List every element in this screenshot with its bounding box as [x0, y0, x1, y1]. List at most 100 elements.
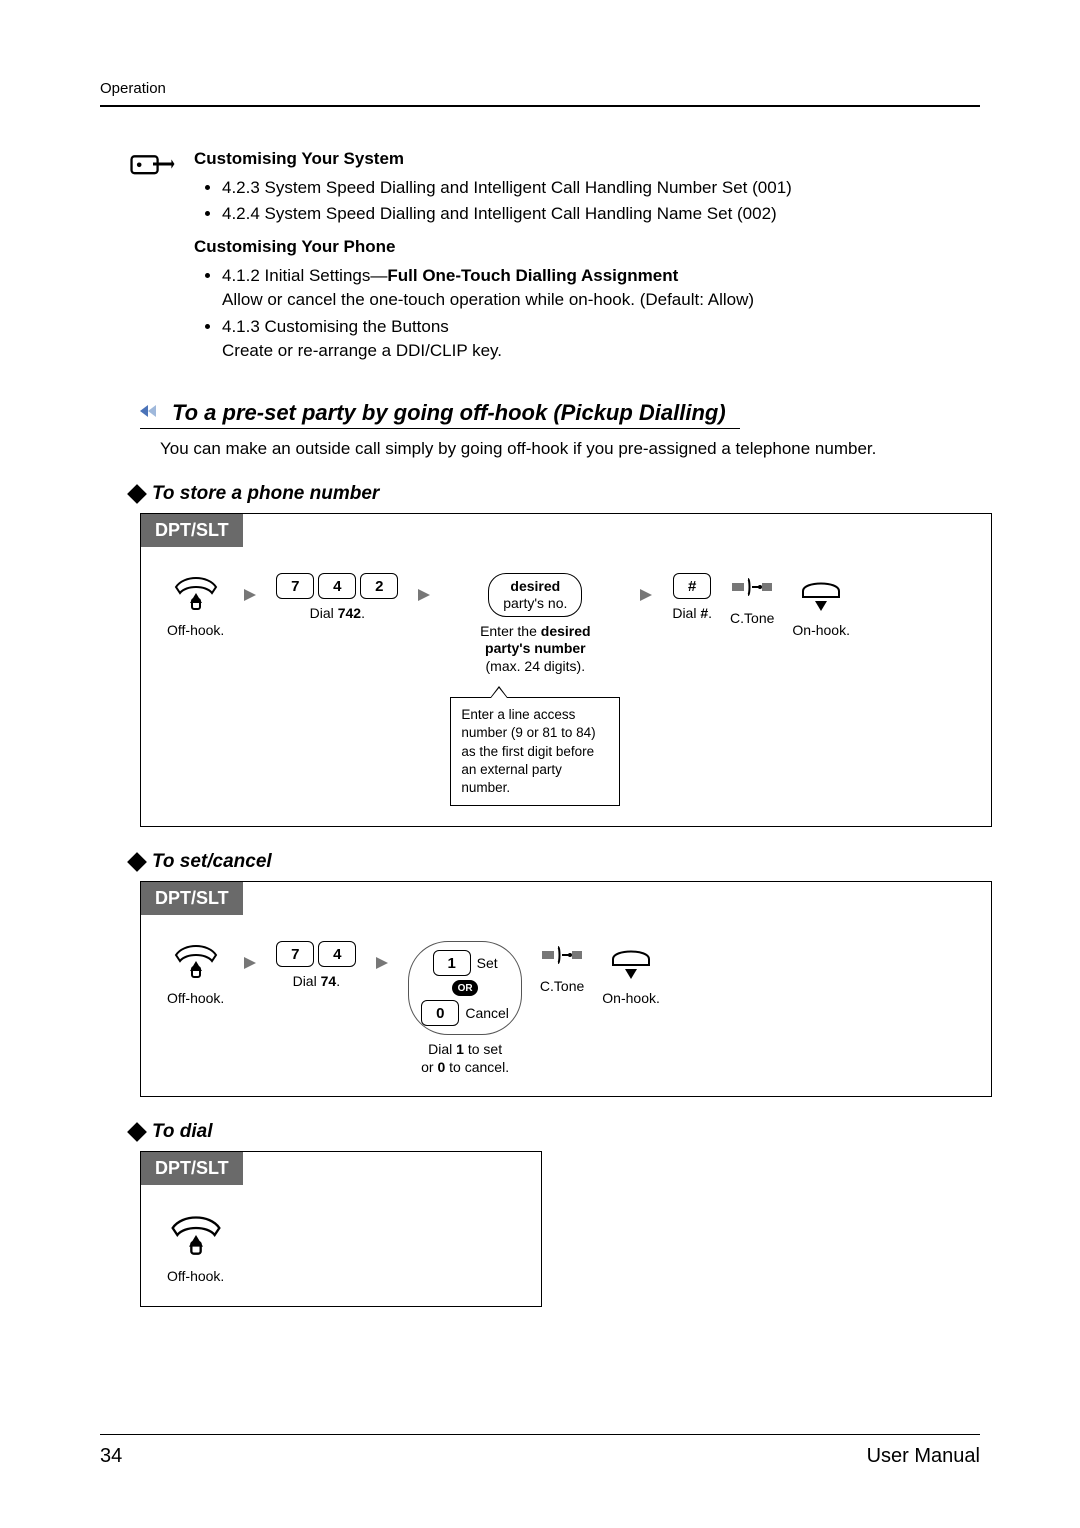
t: Enter the	[480, 623, 541, 639]
step-offhook: Off-hook.	[167, 1211, 224, 1286]
tone-icon	[730, 573, 774, 604]
callout-text: Enter a line access number (9 or 81 to 8…	[461, 707, 595, 795]
note-item: 4.2.3 System Speed Dialling and Intellig…	[222, 176, 792, 201]
section-underline	[140, 428, 740, 429]
diamond-icon	[127, 484, 147, 504]
procedure-tab: DPT/SLT	[141, 882, 243, 915]
step-ctone: C.Tone	[540, 941, 584, 996]
choice-label-cancel: Cancel	[465, 1005, 509, 1021]
caption: C.Tone	[730, 610, 774, 628]
note-desc: Create or re-arrange a DDI/CLIP key.	[222, 339, 792, 364]
subhead-label: To set/cancel	[152, 851, 272, 873]
footer-rule	[100, 1434, 980, 1435]
subhead-setcancel: To set/cancel	[130, 851, 980, 873]
tone-icon	[540, 941, 584, 972]
caption: Dial 742.	[310, 605, 365, 623]
double-arrow-icon	[140, 402, 162, 425]
step-set-or-cancel: 1 Set OR 0 Cancel Dial 1 to set or 0 to …	[408, 941, 522, 1076]
caption: Dial #.	[672, 605, 712, 623]
header-rule	[100, 105, 980, 107]
keycap-7: 7	[276, 941, 314, 967]
or-pill: OR	[452, 980, 478, 996]
note-item: 4.1.3 Customising the Buttons Create or …	[222, 315, 792, 364]
caption: On-hook.	[792, 622, 850, 640]
note-desc: Allow or cancel the one-touch operation …	[222, 288, 792, 313]
procedure-store: DPT/SLT Off-hook. 7	[140, 513, 992, 827]
arrow-right-icon	[374, 955, 390, 976]
t: 1	[456, 1041, 464, 1057]
t: desired	[541, 623, 591, 639]
keycap-7: 7	[276, 573, 314, 599]
arrow-right-icon	[416, 587, 432, 608]
offhook-icon	[172, 573, 220, 616]
page-footer: 34 User Manual	[100, 1426, 980, 1468]
bold-hash: #	[700, 605, 708, 621]
choice-group: 1 Set OR 0 Cancel	[408, 941, 522, 1035]
note-text: 4.1.3 Customising the Buttons	[222, 317, 449, 336]
procedure-tab: DPT/SLT	[141, 514, 243, 547]
keycap-hash: #	[673, 573, 711, 599]
customising-phone-title: Customising Your Phone	[194, 235, 792, 260]
arrow-right-icon	[638, 587, 654, 608]
arrow-right-icon	[242, 955, 258, 976]
t: (max. 24 digits).	[486, 658, 586, 674]
keycap-4: 4	[318, 941, 356, 967]
customising-system-title: Customising Your System	[194, 147, 792, 172]
step-offhook: Off-hook.	[167, 573, 224, 640]
page: Operation Customising Your System 4.2.3 …	[0, 0, 1080, 1528]
step-dial-74: 7 4 Dial 74.	[276, 941, 356, 991]
procedure-dial: DPT/SLT Off-hook.	[140, 1151, 542, 1307]
step-ctone: C.Tone	[730, 573, 774, 628]
procedure-tab: DPT/SLT	[141, 1152, 243, 1185]
note-item: 4.1.2 Initial Settings—Full One-Touch Di…	[222, 264, 792, 313]
arrow-right-icon	[242, 587, 258, 608]
offhook-icon	[168, 1211, 224, 1262]
oval-line1: desired	[510, 578, 560, 594]
keycap-4: 4	[318, 573, 356, 599]
diamond-icon	[127, 1122, 147, 1142]
step-onhook: On-hook.	[602, 941, 660, 1008]
oval-desired-no: desired party's no.	[488, 573, 582, 617]
section-heading: To a pre-set party by going off-hook (Pi…	[172, 400, 726, 426]
customising-notes: Customising Your System 4.2.3 System Spe…	[130, 147, 980, 366]
t: to set	[464, 1041, 502, 1057]
keycap-2: 2	[360, 573, 398, 599]
caption: Off-hook.	[167, 990, 224, 1008]
t: or	[421, 1059, 437, 1075]
caption: Dial 1 to set or 0 to cancel.	[421, 1041, 509, 1076]
subhead-dial: To dial	[130, 1121, 980, 1143]
oval-line2: party's no.	[503, 595, 567, 611]
subhead-label: To dial	[152, 1121, 213, 1143]
subhead-label: To store a phone number	[152, 483, 379, 505]
t: Dial	[428, 1041, 456, 1057]
running-header: Operation	[100, 80, 980, 97]
note-text: 4.1.2 Initial Settings—	[222, 266, 387, 285]
subhead-store: To store a phone number	[130, 483, 980, 505]
diamond-icon	[127, 852, 147, 872]
procedure-setcancel: DPT/SLT Off-hook. 7 4	[140, 881, 992, 1097]
t: party's number	[485, 640, 586, 656]
step-offhook: Off-hook.	[167, 941, 224, 1008]
t: to cancel.	[445, 1059, 509, 1075]
caption: Off-hook.	[167, 1268, 224, 1286]
caption: Off-hook.	[167, 622, 224, 640]
step-desired-number: desired party's no. Enter the desired pa…	[450, 573, 620, 806]
keycap-1: 1	[433, 950, 471, 976]
note-text-bold: Full One-Touch Dialling Assignment	[387, 266, 678, 285]
onhook-icon	[607, 941, 655, 984]
offhook-icon	[172, 941, 220, 984]
pointing-hand-icon	[130, 147, 176, 366]
onhook-icon	[797, 573, 845, 616]
caption: On-hook.	[602, 990, 660, 1008]
note-item: 4.2.4 System Speed Dialling and Intellig…	[222, 202, 792, 227]
bold-digit: 2	[353, 605, 361, 621]
section-description: You can make an outside call simply by g…	[160, 439, 980, 459]
caption: Dial 74.	[293, 973, 341, 991]
step-onhook: On-hook.	[792, 573, 850, 640]
keycap-0: 0	[421, 1000, 459, 1026]
choice-label-set: Set	[477, 955, 498, 971]
page-number: 34	[100, 1445, 122, 1468]
step-dial-742: 7 4 2 Dial 742.	[276, 573, 398, 623]
caption: C.Tone	[540, 978, 584, 996]
caption: Enter the desired party's number (max. 2…	[480, 623, 591, 676]
